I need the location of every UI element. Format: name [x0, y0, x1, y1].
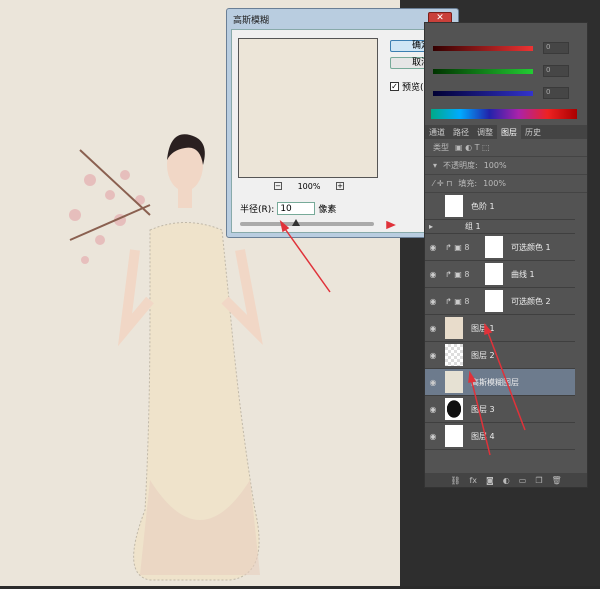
layer-thumbnail	[445, 317, 463, 339]
radius-input[interactable]	[277, 202, 316, 215]
layer-row[interactable]: ◉ 高斯模糊图层	[425, 369, 575, 396]
eye-icon[interactable]: ◉	[425, 432, 441, 441]
layer-name: 图层 4	[471, 431, 495, 441]
fill-label: 填充:	[458, 179, 478, 188]
layer-row[interactable]: ◉ 图层 4	[425, 423, 575, 450]
folder-icon: ▸	[429, 222, 434, 231]
layer-name: 可选颜色 2	[511, 296, 551, 306]
zoom-level: 100%	[297, 182, 321, 191]
trash-icon[interactable]: 🗑	[552, 476, 562, 485]
tab-3[interactable]: 图层	[497, 125, 521, 139]
fx-icon[interactable]: fx	[469, 476, 477, 485]
layer-row[interactable]: ◉ ↱ ▣ 8 曲线 1	[425, 261, 575, 288]
tab-2[interactable]: 调整	[473, 125, 497, 139]
layer-name: 可选颜色 1	[511, 242, 551, 252]
tab-1[interactable]: 路径	[449, 125, 473, 139]
layer-name: 曲线 1	[511, 269, 535, 279]
layer-name: 图层 1	[471, 323, 495, 333]
tab-0[interactable]: 通道	[425, 125, 449, 139]
eye-icon[interactable]: ◉	[425, 324, 441, 333]
layer-filter[interactable]: 类型	[433, 142, 449, 153]
eye-icon[interactable]: ◉	[425, 378, 441, 387]
color-spectrum[interactable]	[431, 109, 577, 119]
layer-row[interactable]: ◉ ↱ ▣ 8 可选颜色 1	[425, 234, 575, 261]
blue-value[interactable]: 0	[543, 87, 569, 99]
layer-thumbnail	[485, 236, 503, 258]
layer-row[interactable]: ◉ ↱ ▣ 8 可选颜色 2	[425, 288, 575, 315]
zoom-in-button[interactable]: +	[336, 182, 344, 190]
opacity-label: 不透明度:	[443, 161, 478, 170]
red-slider[interactable]	[433, 46, 533, 51]
layers-panel: 0 0 0 通道 路径 调整 图层 历史 类型 ▣ ◐ T ⬚ ▾ 不透明度: 100% ⁄ …	[424, 22, 588, 488]
layer-thumbnail	[445, 195, 463, 217]
adjustment-icon[interactable]: ◐	[503, 476, 510, 485]
layer-row[interactable]: ◉ 图层 3	[425, 396, 575, 423]
eye-icon[interactable]: ◉	[425, 243, 441, 252]
red-value[interactable]: 0	[543, 42, 569, 54]
radius-slider[interactable]	[240, 219, 374, 226]
radius-label: 半径(R):	[240, 205, 275, 215]
new-layer-icon[interactable]: ❐	[535, 476, 542, 485]
adjustment-icon: ↱ ▣ 8	[445, 242, 470, 252]
layer-row[interactable]: ◉ 图层 1	[425, 315, 575, 342]
green-slider[interactable]	[433, 69, 533, 74]
layer-row[interactable]: ▸ 组 1	[425, 220, 575, 234]
layer-list: 色阶 1 ▸ 组 1 ◉ ↱ ▣ 8 可选颜色 1 ◉ ↱ ▣ 8 曲线 1 ◉ ↱ ▣ 8 可选颜色…	[425, 193, 575, 450]
adjustment-icon: ↱ ▣ 8	[445, 269, 470, 279]
checkbox-check-icon: ✓	[390, 82, 399, 91]
eye-icon[interactable]: ◉	[425, 270, 441, 279]
layer-thumbnail	[445, 344, 463, 366]
blue-slider[interactable]	[433, 91, 533, 96]
layer-name: 色阶 1	[471, 201, 495, 211]
layer-actions-bar: ⛓ fx ◙ ◐ ▭ ❐ 🗑	[425, 473, 587, 487]
layer-thumbnail	[445, 425, 463, 447]
layer-name: 组 1	[465, 222, 481, 231]
radius-unit: 像素	[318, 205, 337, 215]
layer-thumbnail	[485, 263, 503, 285]
green-value[interactable]: 0	[543, 65, 569, 77]
eye-icon[interactable]: ◉	[425, 405, 441, 414]
layer-name: 图层 2	[471, 350, 495, 360]
layer-row[interactable]: 色阶 1	[425, 193, 575, 220]
layer-row[interactable]: ◉ 图层 2	[425, 342, 575, 369]
tab-4[interactable]: 历史	[521, 125, 545, 139]
eye-icon[interactable]: ◉	[425, 351, 441, 360]
preview-area[interactable]	[238, 38, 378, 178]
link-icon[interactable]: ⛓	[450, 476, 460, 485]
layer-thumbnail	[445, 398, 463, 420]
blend-mode-select[interactable]: ▾	[433, 161, 437, 170]
layer-thumbnail	[485, 290, 503, 312]
layer-thumbnail	[445, 371, 463, 393]
opacity-value[interactable]: 100%	[484, 161, 507, 170]
lock-icons[interactable]: ⁄ ✛ ⊓	[433, 179, 452, 188]
slider-thumb[interactable]	[292, 219, 300, 226]
folder-icon[interactable]: ▭	[519, 476, 527, 485]
adjustment-icon: ↱ ▣ 8	[445, 296, 470, 306]
mask-icon[interactable]: ◙	[486, 476, 494, 485]
fill-value[interactable]: 100%	[483, 179, 506, 188]
eye-icon[interactable]: ◉	[425, 297, 441, 306]
layer-name: 高斯模糊图层	[471, 377, 519, 387]
layer-name: 图层 3	[471, 404, 495, 414]
zoom-out-button[interactable]: −	[274, 182, 282, 190]
